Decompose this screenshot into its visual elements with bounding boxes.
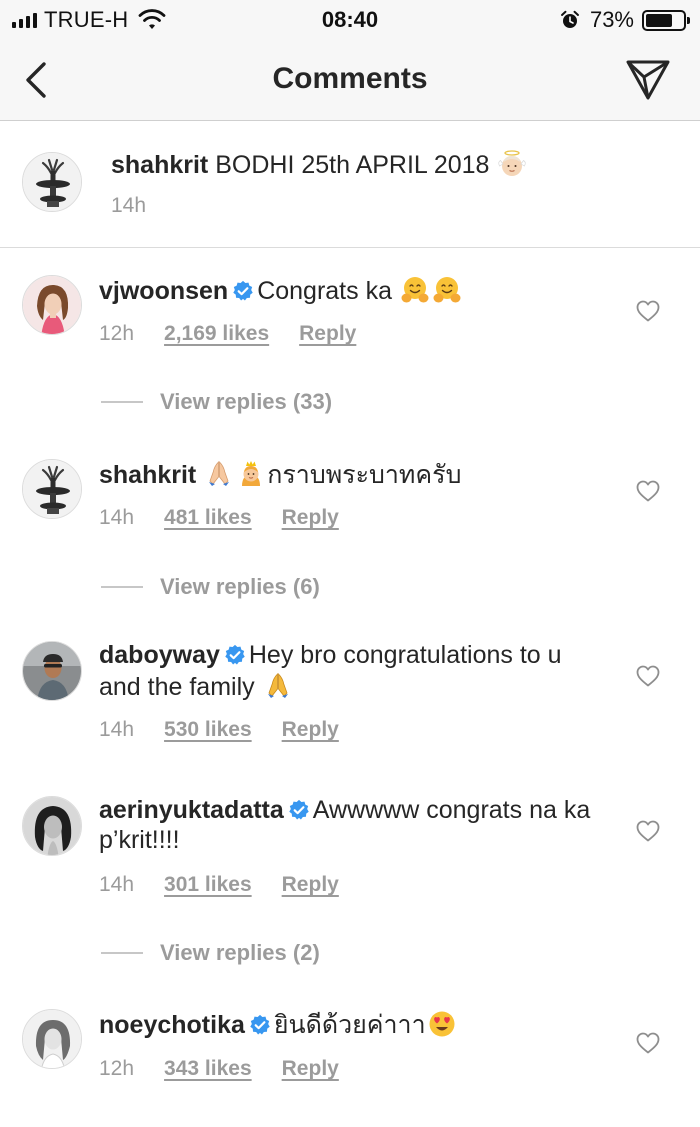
comment-timestamp: 14h: [99, 718, 135, 741]
comment-timestamp: 12h: [99, 322, 135, 345]
reply-button[interactable]: Reply: [282, 718, 339, 742]
comment-body: daboyway Hey bro congratulations to u and…: [99, 641, 599, 702]
verified-badge-icon: [232, 280, 254, 302]
caption-timestamp: 14h: [111, 194, 147, 217]
baby-angel-emoji-icon: [497, 149, 527, 179]
likes-count-link[interactable]: 530 likes: [164, 718, 252, 742]
fountain-avatar-image: [23, 153, 82, 212]
view-replies-button[interactable]: View replies (2): [101, 938, 320, 968]
comment-username[interactable]: vjwoonsen: [99, 277, 228, 305]
send-paper-plane-icon[interactable]: [624, 56, 672, 104]
like-heart-icon[interactable]: [636, 1032, 660, 1054]
comment-username[interactable]: aerinyuktadatta: [99, 796, 284, 824]
likes-count-link[interactable]: 2,169 likes: [164, 322, 269, 346]
reply-button[interactable]: Reply: [282, 506, 339, 530]
avatar[interactable]: [22, 796, 82, 856]
comment-timestamp: 14h: [99, 506, 135, 529]
avatar[interactable]: [22, 152, 82, 212]
comment-text: กราบพระบาทครับ: [267, 461, 462, 489]
caption-username[interactable]: shahkrit: [111, 151, 208, 179]
hugging-face-emoji-icon: [432, 275, 462, 305]
caption-text: shahkrit BODHI 25th APRIL 2018: [111, 148, 528, 182]
like-heart-icon[interactable]: [636, 300, 660, 322]
comment-meta: 12h 343 likes Reply: [99, 1057, 339, 1081]
navigation-bar: Comments: [0, 40, 700, 121]
view-replies-label[interactable]: View replies (33): [160, 389, 332, 415]
reply-button[interactable]: Reply: [282, 873, 339, 897]
view-replies-label[interactable]: View replies (2): [160, 940, 320, 966]
comment-meta: 14h 301 likes Reply: [99, 873, 339, 897]
view-replies-button[interactable]: View replies (6): [101, 572, 320, 602]
verified-badge-icon: [224, 644, 246, 666]
comment-body: shahkrit กราบพระบาทครับ: [99, 459, 599, 491]
page-title: Comments: [272, 62, 428, 95]
comment-username[interactable]: shahkrit: [99, 461, 196, 489]
like-heart-icon[interactable]: [636, 820, 660, 842]
avatar[interactable]: [22, 1009, 82, 1069]
hugging-face-emoji-icon: [400, 275, 430, 305]
like-heart-icon[interactable]: [636, 480, 660, 502]
avatar-photo-image: [23, 642, 81, 700]
avatar[interactable]: [22, 641, 82, 701]
comment-body: vjwoonsen Congrats ka: [99, 275, 599, 307]
comment-meta: 14h 481 likes Reply: [99, 506, 339, 530]
reply-button[interactable]: Reply: [282, 1057, 339, 1081]
status-right: 73%: [560, 7, 690, 33]
verified-badge-icon: [288, 799, 310, 821]
likes-count-link[interactable]: 481 likes: [164, 506, 252, 530]
post-caption: shahkrit BODHI 25th APRIL 2018 14h: [0, 122, 700, 248]
comment-username[interactable]: noeychotika: [99, 1011, 245, 1039]
avatar-photo-image: [23, 276, 81, 334]
avatar[interactable]: [22, 275, 82, 335]
princess-emoji-icon: [236, 459, 266, 489]
comment-body: aerinyuktadatta Awwwww congrats na ka p’k…: [99, 796, 599, 855]
like-heart-icon[interactable]: [636, 665, 660, 687]
divider-line: [101, 586, 143, 588]
fountain-avatar-image: [23, 460, 82, 519]
avatar-photo-image: [23, 1010, 81, 1068]
view-replies-button[interactable]: View replies (33): [101, 387, 332, 417]
avatar-photo-image: [23, 797, 81, 855]
battery-icon: [642, 9, 690, 31]
avatar[interactable]: [22, 459, 82, 519]
heart-eyes-emoji-icon: [427, 1009, 457, 1039]
folded-hands-emoji-icon: [204, 459, 234, 489]
comment-body: noeychotika ยินดีด้วยค่าาา: [99, 1009, 599, 1041]
divider-line: [101, 401, 143, 403]
likes-count-link[interactable]: 343 likes: [164, 1057, 252, 1081]
status-bar: TRUE-H 08:40 73%: [0, 0, 700, 40]
battery-percentage: 73%: [589, 7, 634, 32]
divider-line: [101, 952, 143, 954]
likes-count-link[interactable]: 301 likes: [164, 873, 252, 897]
comment-text: ยินดีด้วยค่าาา: [273, 1011, 426, 1039]
comment-username[interactable]: daboyway: [99, 641, 220, 669]
reply-button[interactable]: Reply: [299, 322, 356, 346]
comment-text: Congrats ka: [257, 277, 392, 305]
folded-hands-emoji-icon: [263, 671, 293, 701]
view-replies-label[interactable]: View replies (6): [160, 574, 320, 600]
verified-badge-icon: [249, 1014, 271, 1036]
caption-body: BODHI 25th APRIL 2018: [215, 151, 490, 179]
comment-timestamp: 12h: [99, 1057, 135, 1080]
battery-level-fill: [646, 13, 673, 27]
comment-meta: 14h 530 likes Reply: [99, 718, 339, 742]
alarm-clock-icon: [560, 10, 579, 28]
comment-meta: 12h 2,169 likes Reply: [99, 322, 356, 346]
comment-timestamp: 14h: [99, 873, 135, 896]
